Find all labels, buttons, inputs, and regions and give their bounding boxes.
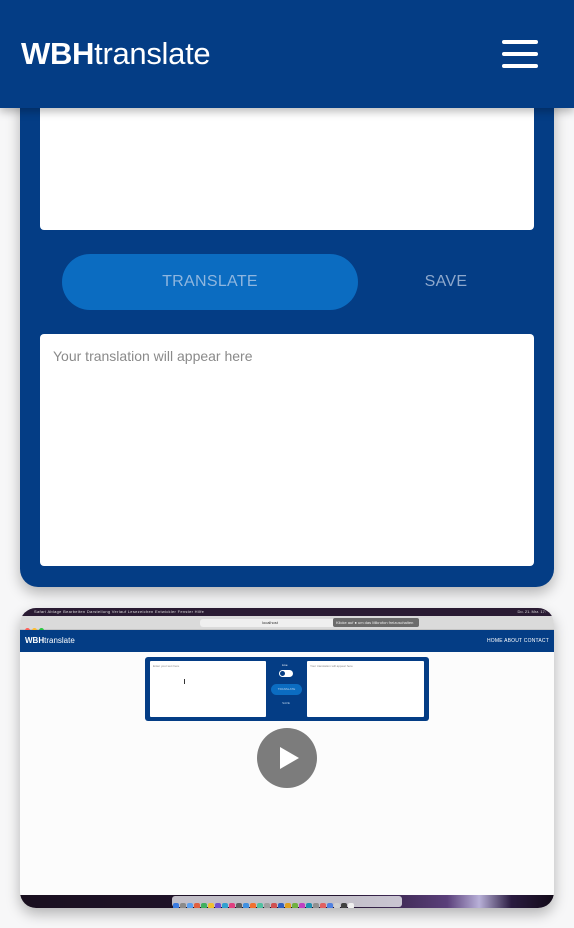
demo-video[interactable]: Safari Ablage Bearbeiten Darstellung Ver… [20, 608, 554, 908]
video-text-caret [184, 679, 185, 684]
video-browser-toolbar: localhost Klicke auf ● um das Mikrofon f… [20, 616, 554, 633]
video-site-brand: WBHtranslate [25, 636, 75, 645]
hamburger-menu-icon[interactable] [502, 40, 538, 68]
video-menubar-text: Safari Ablage Bearbeiten Darstellung Ver… [34, 609, 205, 614]
video-save-button: SAVE [282, 701, 290, 705]
output-placeholder: Your translation will appear here [53, 348, 253, 364]
translator-card: TRANSLATE SAVE Your translation will app… [20, 60, 554, 587]
brand-logo[interactable]: WBHtranslate [21, 36, 211, 72]
video-menubar-clock: Do. 21. Mrz. 17: [517, 609, 546, 614]
video-url-field: localhost [200, 619, 340, 627]
video-desktop-dock [20, 895, 554, 908]
video-output-placeholder: Your translation will appear here [310, 664, 353, 668]
translate-button[interactable]: TRANSLATE [62, 254, 358, 310]
translation-output: Your translation will appear here [40, 334, 534, 566]
video-output-box: Your translation will appear here [307, 661, 424, 717]
video-toggle [279, 670, 293, 677]
video-translator-card: Enter your text here Live TRANSLATE SAVE… [145, 657, 429, 721]
video-translate-button: TRANSLATE [271, 684, 302, 695]
video-site-navbar: WBHtranslate HOME ABOUT CONTACT [20, 630, 554, 652]
video-dock-icons [172, 896, 402, 908]
top-navbar: WBHtranslate [0, 0, 574, 108]
play-icon[interactable] [257, 728, 317, 788]
video-site-nav-links: HOME ABOUT CONTACT [486, 638, 549, 644]
video-toggle-label: Live [282, 663, 288, 667]
video-input-placeholder: Enter your text here [153, 664, 180, 668]
video-mac-menubar: Safari Ablage Bearbeiten Darstellung Ver… [20, 608, 554, 616]
video-input-box: Enter your text here [150, 661, 266, 717]
brand-light-text: translate [94, 36, 211, 71]
brand-bold-text: WBH [21, 36, 95, 71]
video-tooltip: Klicke auf ● um das Mikrofon freizuschal… [333, 618, 419, 627]
save-button[interactable]: SAVE [396, 266, 496, 298]
